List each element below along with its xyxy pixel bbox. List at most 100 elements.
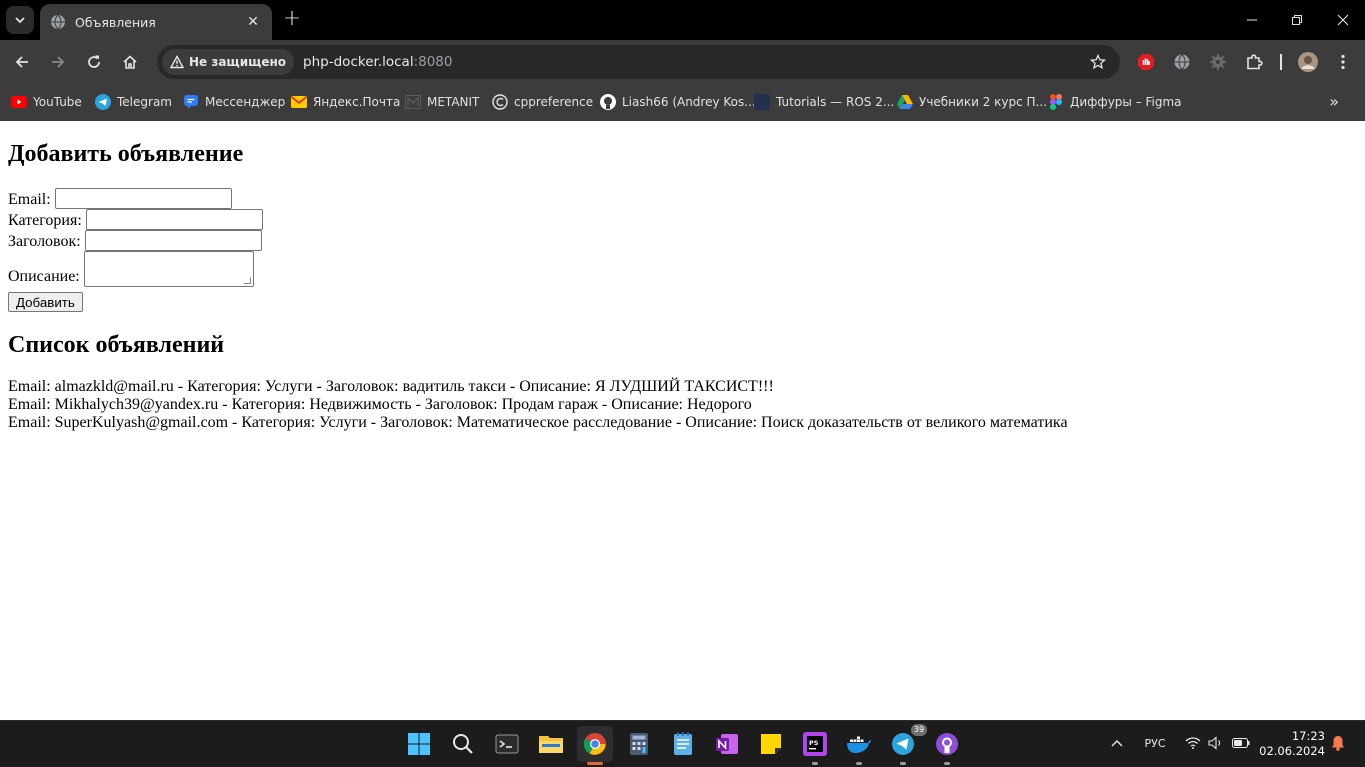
new-tab-button[interactable]: + [280,8,304,32]
bookmark-google-drive[interactable]: Учебники 2 курс П... [897,93,1047,111]
close-window-icon[interactable] [1331,8,1355,32]
phpstorm-icon[interactable]: PS [797,726,833,765]
file-explorer-icon[interactable] [533,726,569,762]
security-label: Не защищено [189,55,287,69]
translate-extension-icon[interactable] [1172,52,1192,72]
clock-date: 02.06.2024 [1259,744,1325,758]
category-row: Категория: [8,209,263,230]
tab-title: Объявления [75,14,156,30]
active-tab[interactable]: Объявления ✕ [40,4,272,40]
taskbar: PS 39 РУС 17:23 02.06.2024 [0,720,1365,767]
running-indicator [900,762,906,765]
metanit-icon [405,94,421,110]
running-indicator [856,762,862,765]
description-textarea[interactable] [83,251,254,287]
title-input[interactable] [84,230,262,251]
github-desktop-icon[interactable] [929,726,965,765]
cppreference-icon [492,94,508,110]
title-row: Заголовок: [8,230,262,251]
list-item: Email: almazkld@mail.ru - Категория: Усл… [8,378,774,395]
gear-extension-icon[interactable] [1208,52,1228,72]
back-icon[interactable] [10,50,34,74]
unread-badge: 39 [911,724,927,736]
running-indicator [944,762,950,765]
bookmark-telegram[interactable]: Telegram [95,93,172,111]
youtube-icon [11,94,27,110]
terminal-icon[interactable] [489,726,525,762]
bookmark-youtube[interactable]: YouTube [11,93,82,111]
wifi-icon[interactable] [1184,733,1202,753]
email-label: Email: [8,191,51,208]
page-content: Добавить объявление Email: Категория: За… [0,121,1365,720]
figma-icon [1048,94,1064,110]
globe-icon [50,14,66,30]
onenote-icon[interactable] [709,726,745,762]
reload-icon[interactable] [82,50,106,74]
chrome-icon[interactable] [577,726,613,765]
battery-icon[interactable] [1231,733,1251,753]
github-icon [600,94,616,110]
sticky-notes-icon[interactable] [753,726,789,762]
submit-button[interactable]: Добавить [8,292,83,312]
active-indicator [587,762,603,765]
clock-time: 17:23 [1291,729,1325,743]
bookmark-label: Telegram [117,95,172,109]
google-drive-icon [897,94,913,110]
email-input[interactable] [54,188,232,209]
minimize-icon[interactable] [1240,8,1264,32]
bookmark-label: Tutorials — ROS 2... [776,95,895,109]
bookmark-label: Мессенджер [205,95,286,109]
description-label: Описание: [8,268,80,285]
calculator-icon[interactable] [621,726,657,762]
bookmark-messenger[interactable]: Мессенджер [183,93,285,111]
email-row: Email: [8,188,232,209]
chevron-down-icon [15,17,25,24]
bookmark-github[interactable]: Liash66 (Andrey Kos... [600,93,756,111]
category-input[interactable] [85,209,263,230]
telegram-icon[interactable]: 39 [885,724,927,765]
bookmark-metanit[interactable]: METANIT [405,93,479,111]
security-chip[interactable]: Не защищено [162,49,295,75]
url-port: :8080 [413,54,453,70]
language-indicator[interactable]: РУС [1140,733,1170,753]
notification-bell-icon[interactable] [1328,733,1348,753]
notepad-icon[interactable] [665,726,701,762]
bookmark-label: Яндекс.Почта [313,95,401,109]
url-host: php-docker.local [303,54,414,70]
address-bar[interactable]: Не защищено php-docker.local:8080 [157,45,1120,79]
clock[interactable]: 17:23 02.06.2024 [1259,729,1325,759]
description-row: Описание: [8,251,254,287]
docker-icon[interactable] [841,726,877,765]
tab-search-button[interactable] [6,6,34,34]
list-item: Email: Mikhalych39@yandex.ru - Категория… [8,396,752,413]
extensions-puzzle-icon[interactable] [1244,52,1264,72]
chevron-up-icon[interactable] [1108,733,1126,753]
bookmarks-bar: YouTube Telegram Мессенджер Яндекс.Почта… [0,84,1365,121]
bookmark-star-icon[interactable] [1088,52,1108,72]
search-icon[interactable] [445,726,481,762]
bookmark-label: cppreference [514,95,594,109]
adblock-extension-icon[interactable] [1136,52,1156,72]
bookmark-ros[interactable]: Tutorials — ROS 2... [754,93,894,111]
bookmark-label: Диффуры – Figma [1070,95,1182,109]
bookmarks-overflow-icon[interactable]: » [1329,93,1339,111]
menu-kebab-icon[interactable] [1333,52,1353,72]
bookmark-cppreference[interactable]: cppreference [492,93,593,111]
bookmark-label: METANIT [427,95,480,109]
bookmark-label: Liash66 (Andrey Kos... [622,95,756,109]
running-indicator [812,762,818,765]
messenger-icon [183,94,199,110]
form-heading: Добавить объявление [8,141,244,167]
mail-icon [291,94,307,110]
profile-avatar[interactable] [1297,51,1319,73]
restore-icon[interactable] [1285,8,1309,32]
home-icon[interactable] [118,50,142,74]
volume-icon[interactable] [1207,733,1225,753]
toolbar-divider [1280,54,1282,70]
start-icon[interactable] [401,726,437,762]
close-tab-icon[interactable]: ✕ [244,13,262,31]
category-label: Категория: [8,212,82,229]
bookmark-yandex-mail[interactable]: Яндекс.Почта [291,93,400,111]
bookmark-figma[interactable]: Диффуры – Figma [1048,93,1182,111]
forward-icon[interactable] [46,50,70,74]
